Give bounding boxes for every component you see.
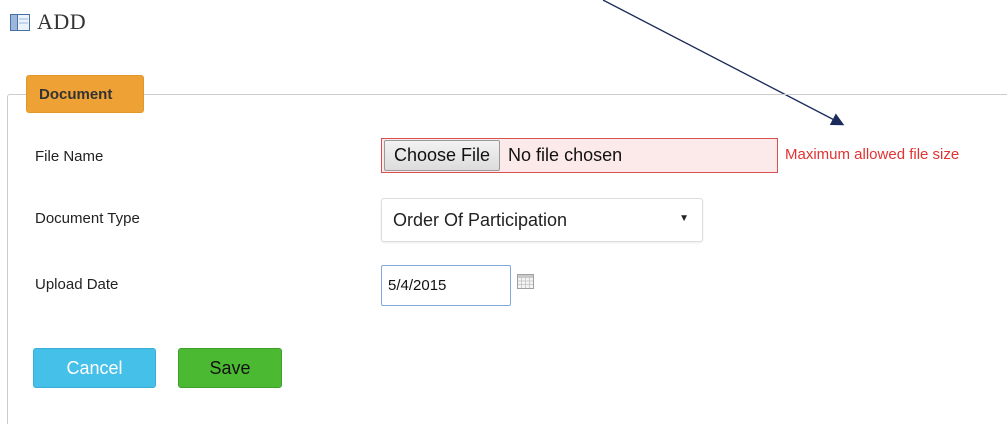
section-legend: Document — [26, 75, 144, 113]
file-input[interactable]: Choose File No file chosen — [381, 138, 778, 173]
cancel-button[interactable]: Cancel — [33, 348, 156, 388]
file-size-error: Maximum allowed file size — [785, 146, 960, 163]
add-document-page: ADD Document File Name Choose File No fi… — [0, 0, 1007, 424]
caret-down-icon: ▼ — [679, 213, 689, 224]
page-title: ADD — [37, 9, 87, 34]
upload-date-label: Upload Date — [35, 276, 119, 293]
page-header: ADD — [10, 8, 86, 36]
upload-date-input[interactable]: 5/4/2015 — [381, 265, 511, 306]
calendar-icon[interactable] — [517, 274, 534, 289]
document-type-value: Order Of Participation — [393, 210, 568, 230]
document-type-select[interactable]: Order Of Participation ▼ — [381, 198, 703, 242]
choose-file-button[interactable]: Choose File — [384, 140, 501, 171]
document-type-label: Document Type — [35, 210, 140, 227]
file-status-text: No file chosen — [508, 145, 623, 165]
file-name-label: File Name — [35, 148, 104, 165]
panel-icon — [10, 13, 30, 31]
save-button[interactable]: Save — [178, 348, 282, 388]
